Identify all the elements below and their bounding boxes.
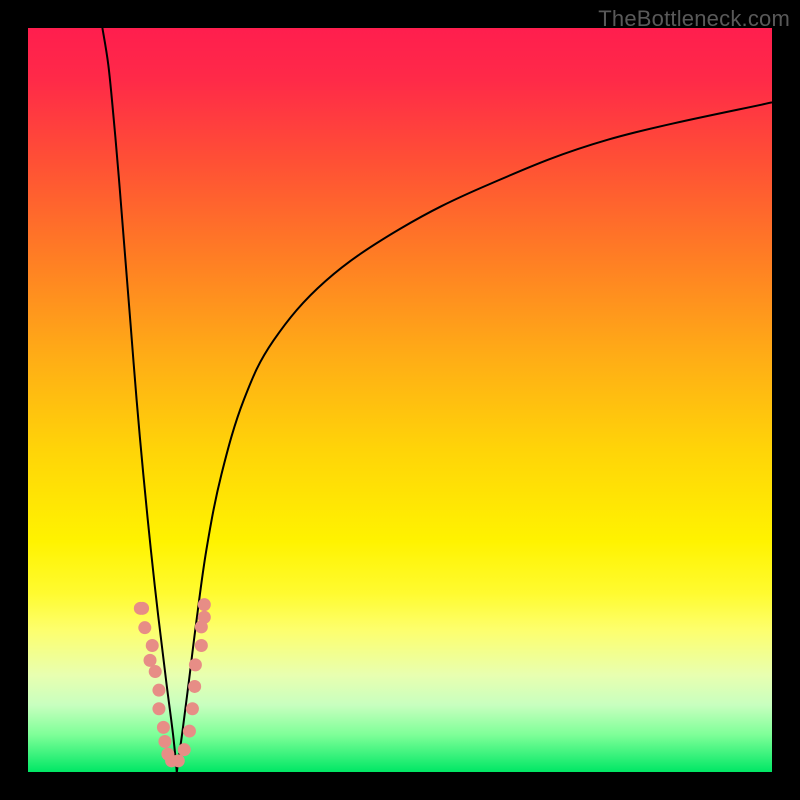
data-marker	[158, 735, 171, 748]
data-marker	[186, 702, 199, 715]
data-marker	[198, 611, 211, 624]
plot-area	[28, 28, 772, 772]
attribution-label: TheBottleneck.com	[598, 6, 790, 32]
data-marker	[152, 684, 165, 697]
data-marker	[183, 725, 196, 738]
right-curve	[177, 102, 772, 772]
data-marker	[157, 721, 170, 734]
data-marker	[172, 754, 185, 767]
data-marker	[195, 639, 208, 652]
data-marker	[146, 639, 159, 652]
data-marker	[198, 598, 211, 611]
curve-layer	[28, 28, 772, 772]
data-marker	[188, 680, 201, 693]
chart-frame: TheBottleneck.com	[0, 0, 800, 800]
markers-group	[134, 598, 211, 767]
left-curve	[102, 28, 176, 772]
data-marker	[189, 658, 202, 671]
data-marker	[144, 654, 157, 667]
data-marker	[149, 665, 162, 678]
data-marker	[136, 602, 149, 615]
data-marker	[138, 621, 151, 634]
data-marker	[178, 743, 191, 756]
data-marker	[152, 702, 165, 715]
